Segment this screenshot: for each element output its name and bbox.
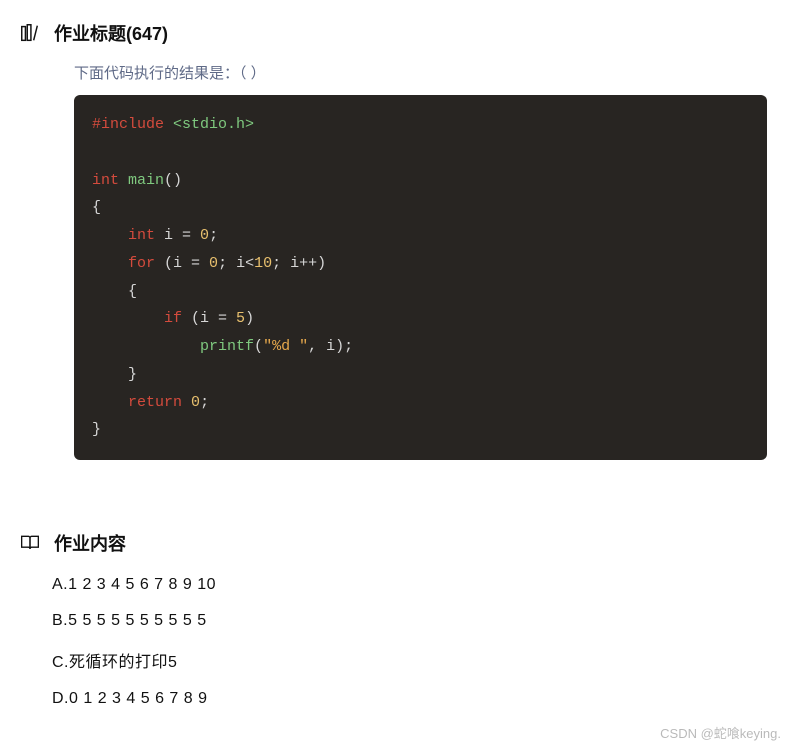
code-token: i = <box>155 227 200 244</box>
code-token: 0 <box>200 227 209 244</box>
code-token: printf <box>200 338 254 355</box>
code-token: (i = <box>182 310 236 327</box>
code-token <box>92 255 128 272</box>
option-c: C.死循环的打印5 <box>52 648 779 672</box>
code-token <box>92 394 128 411</box>
code-token: if <box>164 310 182 327</box>
code-token <box>182 394 191 411</box>
code-token: main <box>128 172 164 189</box>
code-token: { <box>92 199 101 216</box>
code-token <box>92 310 164 327</box>
code-token: int <box>92 172 119 189</box>
code-token: { <box>128 283 137 300</box>
option-a: A.1 2 3 4 5 6 7 8 9 10 <box>52 576 779 594</box>
option-b: B.5 5 5 5 5 5 5 5 5 5 <box>52 612 779 630</box>
code-token: (i = <box>155 255 209 272</box>
content-section-header: 作业内容 <box>18 530 779 556</box>
title-section-header: 作业标题(647) <box>18 20 779 46</box>
code-token: 0 <box>191 394 200 411</box>
code-token: } <box>128 366 137 383</box>
code-token: #include <box>92 116 164 133</box>
code-token: ) <box>245 310 254 327</box>
code-token: ( <box>254 338 263 355</box>
book-open-icon <box>18 531 42 555</box>
code-token: ; i< <box>218 255 254 272</box>
options-list: A.1 2 3 4 5 6 7 8 9 10 B.5 5 5 5 5 5 5 5… <box>52 576 779 708</box>
code-token <box>92 227 128 244</box>
code-token: <stdio.h> <box>173 116 254 133</box>
code-token: for <box>128 255 155 272</box>
code-token: 10 <box>254 255 272 272</box>
code-token <box>92 338 200 355</box>
code-token: ; <box>200 394 209 411</box>
code-token: , i); <box>308 338 353 355</box>
code-token <box>92 283 128 300</box>
code-token: } <box>92 421 101 438</box>
code-token: return <box>128 394 182 411</box>
code-token: int <box>128 227 155 244</box>
content-title-text: 作业内容 <box>54 530 126 556</box>
code-token: 0 <box>209 255 218 272</box>
title-text: 作业标题(647) <box>54 20 168 46</box>
books-icon <box>18 21 42 45</box>
code-token <box>92 366 128 383</box>
content-section: 作业内容 A.1 2 3 4 5 6 7 8 9 10 B.5 5 5 5 5 … <box>18 530 779 708</box>
code-block: #include <stdio.h> int main() { int i = … <box>74 95 767 460</box>
question-text: 下面代码执行的结果是：（ ） <box>74 62 779 83</box>
code-token: 5 <box>236 310 245 327</box>
watermark-text: CSDN @蛇喰keying. <box>660 723 781 742</box>
option-d: D.0 1 2 3 4 5 6 7 8 9 <box>52 690 779 708</box>
code-token: () <box>164 172 182 189</box>
code-token: ; i++) <box>272 255 326 272</box>
code-token: ; <box>209 227 218 244</box>
code-token: "%d " <box>263 338 308 355</box>
